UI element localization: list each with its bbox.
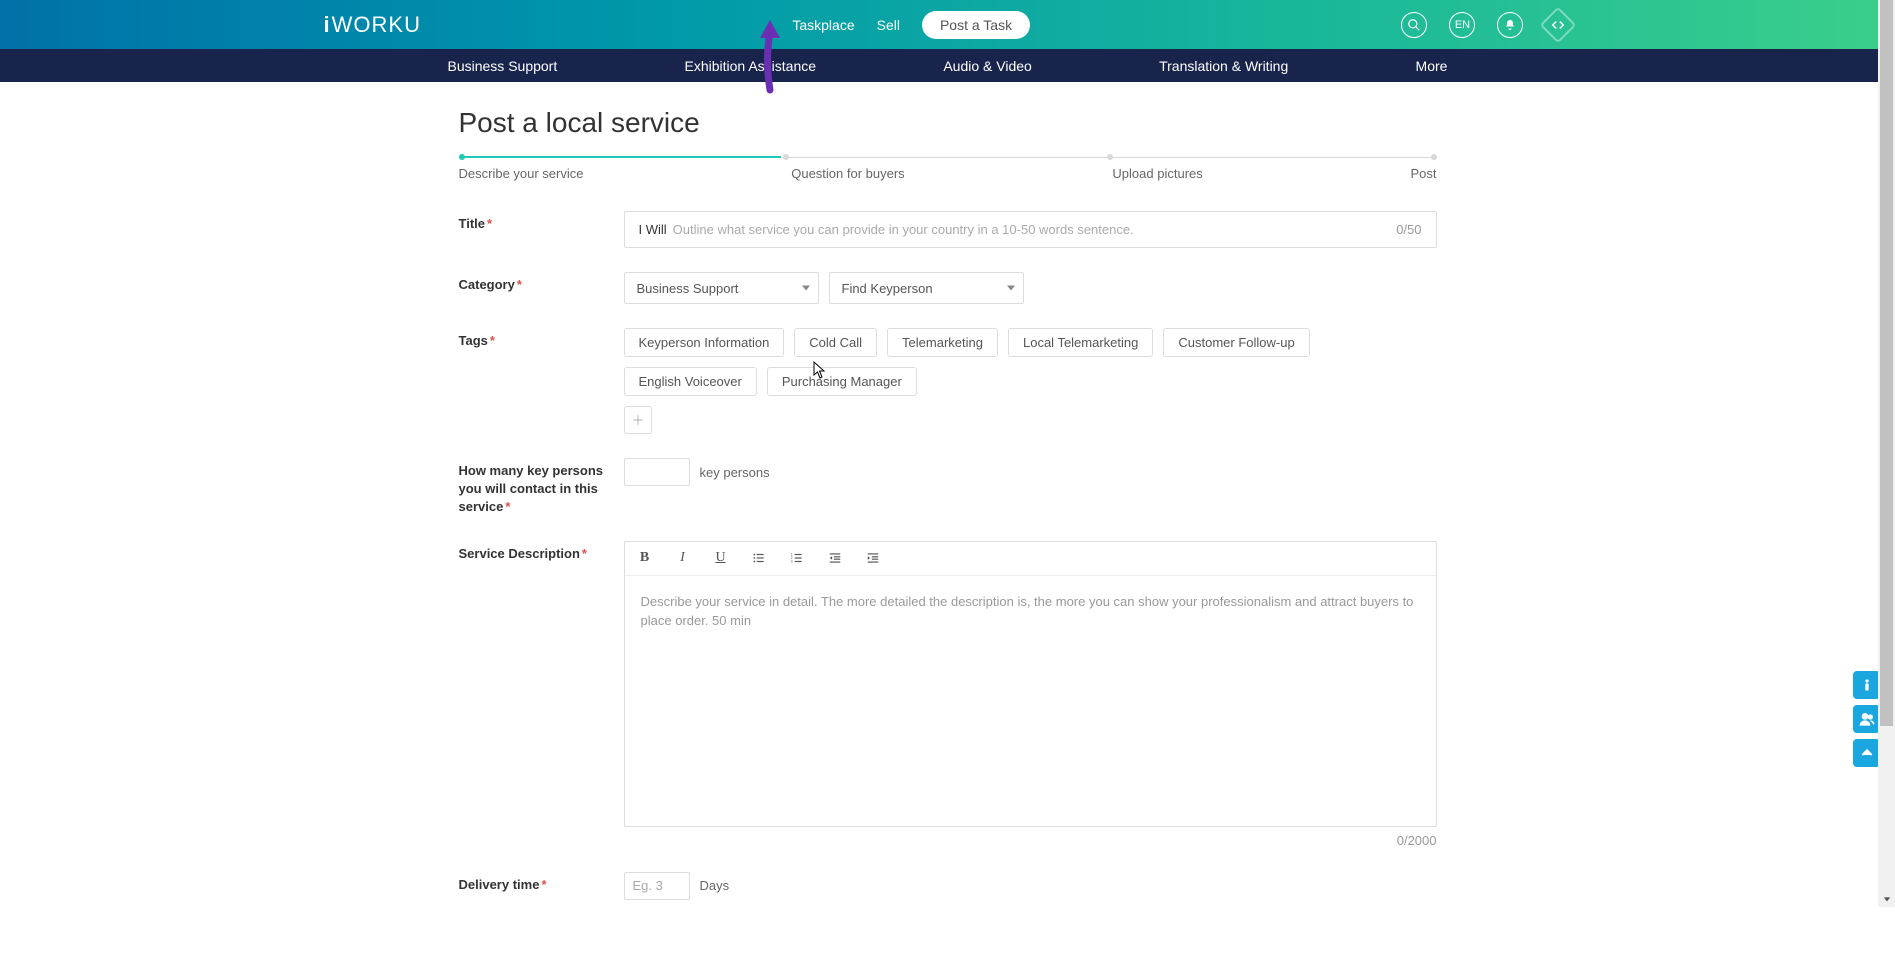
top-bar: iWORKU Taskplace Sell Post a Task EN [0,0,1895,49]
title-label: Title* [459,211,624,248]
tag-chip[interactable]: English Voiceover [624,367,757,396]
page-title: Post a local service [459,107,1437,139]
keypersons-suffix: key persons [700,465,770,480]
post-task-button[interactable]: Post a Task [922,11,1030,39]
category-nav-inner: Business Support Exhibition Assistance A… [448,58,1448,74]
step-dot-1 [459,154,465,160]
ordered-list-icon[interactable]: 123 [787,548,807,568]
step-label-1: Describe your service [459,166,584,181]
keypersons-label: How many key persons you will contact in… [459,458,624,517]
delivery-label: Delivery time* [459,872,624,900]
info-fab[interactable] [1853,671,1881,699]
step-label-2: Question for buyers [791,166,904,181]
nav-sell[interactable]: Sell [877,17,900,33]
subnav-exhibition[interactable]: Exhibition Assistance [685,58,817,74]
description-count: 0/2000 [624,833,1437,848]
step-dot-4 [1431,154,1437,160]
main-content: Post a local service Describe your servi… [459,82,1437,900]
top-bar-inner: iWORKU Taskplace Sell Post a Task EN [318,11,1578,39]
scroll-top-fab[interactable] [1853,739,1881,767]
step-dot-2 [783,154,789,160]
app-switcher-icon[interactable] [1540,6,1577,43]
svg-text:3: 3 [790,560,792,564]
title-row: Title* I Will 0/50 [459,211,1437,248]
title-count: 0/50 [1396,222,1421,237]
step-label-4: Post [1410,166,1436,181]
description-row: Service Description* B I U 123 [459,541,1437,848]
tags-label: Tags* [459,328,624,434]
underline-icon[interactable]: U [711,548,731,568]
editor-toolbar: B I U 123 [625,542,1436,576]
rich-text-editor: B I U 123 Describe your [624,541,1437,827]
delivery-suffix: Days [700,878,730,893]
delivery-row: Delivery time* Days [459,872,1437,900]
tag-chip[interactable]: Telemarketing [887,328,998,357]
caret-down-icon [1007,286,1015,291]
tag-chip[interactable]: Customer Follow-up [1163,328,1309,357]
title-prefix: I Will [639,222,667,237]
outdent-icon[interactable] [825,548,845,568]
category-row: Category* Business Support Find Keyperso… [459,272,1437,304]
step-label-3: Upload pictures [1112,166,1202,181]
category-select-secondary[interactable]: Find Keyperson [829,272,1024,304]
caret-down-icon [802,286,810,291]
logo[interactable]: iWORKU [318,12,421,38]
title-input[interactable] [673,222,1391,237]
category-nav: Business Support Exhibition Assistance A… [0,49,1895,82]
add-tag-button[interactable] [624,406,652,434]
italic-icon[interactable]: I [673,548,693,568]
subnav-audio-video[interactable]: Audio & Video [943,58,1031,74]
tag-chip[interactable]: Local Telemarketing [1008,328,1153,357]
unordered-list-icon[interactable] [749,548,769,568]
contact-fab[interactable] [1853,705,1881,733]
description-label: Service Description* [459,541,624,848]
tag-chip[interactable]: Purchasing Manager [767,367,917,396]
bold-icon[interactable]: B [635,548,655,568]
header-icons: EN [1401,12,1577,38]
search-icon[interactable] [1401,12,1427,38]
category-label: Category* [459,272,624,304]
floating-actions [1853,671,1881,767]
tag-chip[interactable]: Keyperson Information [624,328,785,357]
primary-nav: Taskplace Sell Post a Task [792,11,1030,39]
description-textarea[interactable]: Describe your service in detail. The mor… [625,576,1436,826]
tag-chip[interactable]: Cold Call [794,328,877,357]
scrollbar-thumb[interactable] [1880,0,1893,726]
subnav-business-support[interactable]: Business Support [448,58,558,74]
nav-taskplace[interactable]: Taskplace [792,17,854,33]
notifications-icon[interactable] [1497,12,1523,38]
keypersons-input[interactable] [624,458,690,486]
keypersons-row: How many key persons you will contact in… [459,458,1437,517]
scrollbar[interactable] [1878,0,1895,907]
progress-stepper: Describe your service Question for buyer… [459,157,1437,181]
language-toggle[interactable]: EN [1449,12,1475,38]
tags-row: Tags* Keyperson Information Cold Call Te… [459,328,1437,434]
scroll-down-icon[interactable] [1878,890,1895,907]
subnav-translation[interactable]: Translation & Writing [1159,58,1288,74]
delivery-input[interactable] [624,872,690,900]
step-dot-3 [1107,154,1113,160]
subnav-more[interactable]: More [1416,58,1448,74]
title-box: I Will 0/50 [624,211,1437,248]
indent-icon[interactable] [863,548,883,568]
category-select-primary[interactable]: Business Support [624,272,819,304]
